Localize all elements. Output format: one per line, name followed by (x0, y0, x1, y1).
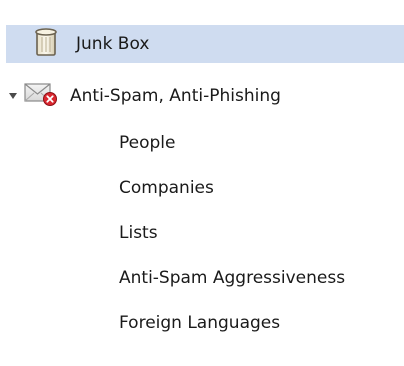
tree-item-label: Anti-Spam, Anti-Phishing (70, 86, 281, 106)
triangle-down-icon[interactable] (4, 77, 22, 115)
tree-item-label: Lists (119, 223, 158, 243)
trash-can-icon (34, 27, 58, 62)
tree-item-label: People (119, 133, 176, 153)
tree-item-anti-spam[interactable]: Anti-Spam, Anti-Phishing (0, 77, 404, 115)
tree-item-lists[interactable]: Lists (0, 214, 158, 252)
tree-item-foreign-languages[interactable]: Foreign Languages (0, 304, 280, 342)
tree-item-people[interactable]: People (0, 124, 175, 162)
folder-tree: Junk Box Anti-Spam, Anti-Phishing People… (0, 0, 404, 366)
tree-item-label: Anti-Spam Aggressiveness (119, 268, 346, 288)
tree-item-companies[interactable]: Companies (0, 169, 214, 207)
tree-item-anti-spam-aggressiveness[interactable]: Anti-Spam Aggressiveness (0, 259, 345, 297)
tree-item-junk-box[interactable]: Junk Box (6, 25, 404, 63)
envelope-blocked-icon (24, 81, 58, 112)
tree-item-label: Junk Box (76, 34, 150, 54)
tree-item-label: Foreign Languages (119, 313, 281, 333)
tree-item-label: Companies (119, 178, 214, 198)
